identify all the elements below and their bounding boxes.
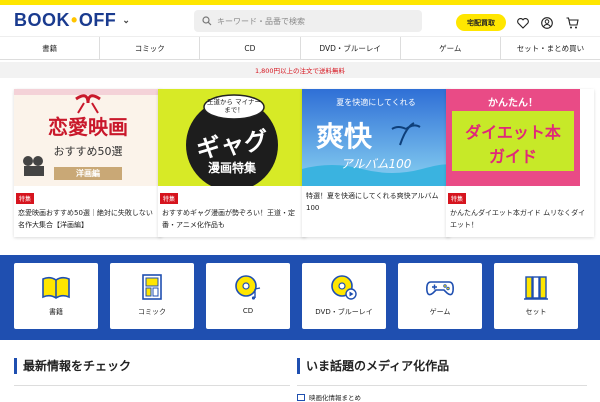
- cart-icon[interactable]: [565, 16, 579, 30]
- category-band: 書籍 コミック CD DVD・ブルーレイ ゲーム セット: [0, 255, 600, 340]
- feature-image-gag-manga: 王道から マイナーまで！ ギャグ 漫画特集: [158, 89, 306, 186]
- book-set-icon: [524, 276, 548, 300]
- feature-image-subtitle: 漫画特集: [207, 161, 256, 175]
- bookoff-logo[interactable]: BOOK • OFF ⌄: [14, 10, 130, 31]
- feature-image-subtitle: アルバム100: [340, 157, 412, 171]
- nav-item-cd[interactable]: CD: [200, 37, 301, 59]
- search-icon: [202, 16, 212, 26]
- feature-tag: 特集: [160, 193, 179, 204]
- feature-tag: 特集: [448, 193, 467, 204]
- gamepad-icon: [426, 281, 454, 296]
- category-card-comics[interactable]: コミック: [110, 263, 194, 329]
- feature-image-romance: 恋愛映画 おすすめ50選 洋画編: [14, 89, 162, 186]
- feature-card-romance-movies[interactable]: 恋愛映画 おすすめ50選 洋画編 特集 恋愛映画おすすめ50選｜絶対に失敗しない…: [14, 89, 162, 237]
- feature-title: おすすめギャグ漫画が勢ぞろい！王道・定番・アニメ化作品も: [162, 209, 295, 229]
- search-box[interactable]: [194, 10, 422, 32]
- cd-icon: [235, 275, 261, 300]
- heart-icon[interactable]: [516, 16, 530, 30]
- feature-image-subtitle: おすすめ50選: [53, 145, 123, 158]
- free-shipping-notice: 1,800円以上の注文で送料無料: [0, 62, 600, 78]
- feature-image-title: ダイエット本: [465, 123, 561, 142]
- category-card-set[interactable]: セット: [494, 263, 578, 329]
- category-card-cd[interactable]: CD: [206, 263, 290, 329]
- feature-image-title: 恋愛映画: [48, 115, 128, 139]
- divider: [297, 385, 587, 386]
- feature-card-diet-books[interactable]: かんたん！ ダイエット本 ガイド 特集 かんたんダイエット本ガイド ムリなくダイ…: [446, 89, 594, 237]
- nav-item-dvd[interactable]: DVD・ブルーレイ: [301, 37, 401, 59]
- nav-item-books[interactable]: 書籍: [0, 37, 101, 59]
- logo-dot: •: [71, 10, 78, 30]
- feature-image-summer-albums: 夏を快適にしてくれる 爽快 アルバム100: [302, 89, 450, 186]
- category-label: CD: [242, 307, 254, 315]
- site-header: BOOK • OFF ⌄ 宅配買取: [0, 5, 600, 36]
- logo-text-off: OFF: [78, 10, 117, 30]
- feature-carousel: 恋愛映画 おすすめ50選 洋画編 特集 恋愛映画おすすめ50選｜絶対に失敗しない…: [0, 78, 600, 238]
- media-item-label: 映画化情報まとめ: [309, 394, 361, 402]
- category-card-dvd[interactable]: DVD・ブルーレイ: [302, 263, 386, 329]
- feature-title: 恋愛映画おすすめ50選｜絶対に失敗しない名作大集合【洋画編】: [18, 209, 153, 229]
- nav-item-game[interactable]: ゲーム: [401, 37, 501, 59]
- comic-icon: [142, 274, 162, 300]
- category-label: セット: [525, 308, 547, 316]
- feature-image-subtitle: ガイド: [488, 147, 537, 166]
- media-list-item[interactable]: 映画化情報まとめ: [297, 392, 361, 402]
- feature-title: かんたんダイエット本ガイド ムリなくダイエット！: [450, 209, 586, 229]
- category-nav: 書籍 コミック CD DVD・ブルーレイ ゲーム セット・まとめ買い: [0, 36, 600, 60]
- feature-image-caption: 王道から マイナーまで！: [207, 98, 261, 114]
- section-title-media: いま話題のメディア化作品: [297, 358, 449, 374]
- book-icon: [42, 276, 70, 299]
- section-title-latest: 最新情報をチェック: [14, 358, 131, 374]
- nav-item-set[interactable]: セット・まとめ買い: [501, 37, 600, 59]
- feature-image-caption: かんたん！: [488, 98, 538, 109]
- user-icon[interactable]: [540, 16, 554, 30]
- chevron-down-icon[interactable]: ⌄: [122, 15, 130, 26]
- category-label: 書籍: [49, 308, 63, 316]
- feature-card-summer-albums[interactable]: 夏を快適にしてくれる 爽快 アルバム100 特選！夏を快適にしてくれる爽快アルバ…: [302, 89, 450, 237]
- category-card-books[interactable]: 書籍: [14, 263, 98, 329]
- feature-card-gag-manga[interactable]: 王道から マイナーまで！ ギャグ 漫画特集 特集 おすすめギャグ漫画が勢ぞろい！…: [158, 89, 306, 237]
- category-label: DVD・ブルーレイ: [315, 308, 373, 316]
- feature-image-title: 爽快: [316, 120, 373, 153]
- search-input[interactable]: [217, 16, 407, 26]
- category-label: コミック: [138, 308, 166, 316]
- feature-title: 特選！夏を快適にしてくれる爽快アルバム100: [306, 192, 439, 212]
- feature-tag: 特集: [16, 193, 35, 204]
- pickup-purchase-button[interactable]: 宅配買取: [456, 14, 506, 31]
- feature-image-badge: 洋画編: [76, 169, 100, 178]
- film-icon: [297, 393, 305, 401]
- feature-image-diet-books: かんたん！ ダイエット本 ガイド: [446, 89, 594, 186]
- divider: [14, 385, 290, 386]
- logo-text-book: BOOK: [14, 10, 70, 30]
- category-label: ゲーム: [429, 308, 451, 316]
- dvd-icon: [331, 275, 357, 300]
- feature-image-caption: 夏を快適にしてくれる: [336, 98, 416, 107]
- category-card-game[interactable]: ゲーム: [398, 263, 482, 329]
- nav-item-comics[interactable]: コミック: [100, 37, 201, 59]
